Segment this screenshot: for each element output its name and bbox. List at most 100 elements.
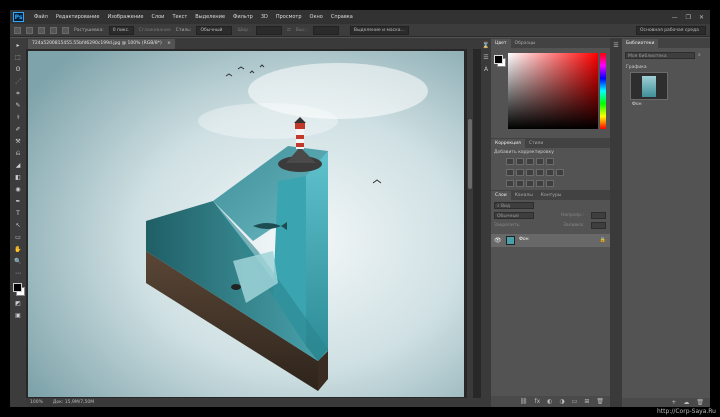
hue-sat-icon[interactable] [506, 169, 514, 176]
library-item-thumbnail[interactable] [630, 72, 668, 100]
hand-tool-icon[interactable]: ✋ [13, 246, 23, 254]
exposure-icon[interactable] [536, 158, 544, 165]
link-layers-icon[interactable]: ⛓ [520, 398, 528, 405]
blend-mode-select[interactable]: Обычные [494, 212, 534, 219]
more-tools-icon[interactable]: ⋯ [13, 270, 23, 278]
type-tool-icon[interactable]: T [13, 210, 23, 218]
crop-tool-icon[interactable]: ⌗ [13, 90, 23, 98]
layer-name[interactable]: Фон [519, 237, 529, 242]
minimize-button[interactable]: — [672, 14, 678, 21]
fx-icon[interactable]: fx [535, 398, 541, 405]
gradient-map-icon[interactable] [536, 180, 544, 187]
antialias-checkbox[interactable]: Сглаживание [139, 28, 171, 33]
gradient-tool-icon[interactable]: ◧ [13, 174, 23, 182]
brush-tool-icon[interactable]: ✐ [13, 126, 23, 134]
shape-tool-icon[interactable]: ▭ [13, 234, 23, 242]
vibrance-icon[interactable] [546, 158, 554, 165]
menu-window[interactable]: Окно [306, 14, 327, 20]
tab-swatches[interactable]: Образцы [511, 39, 540, 48]
libraries-dock-icon[interactable]: ☰ [612, 42, 620, 50]
quick-select-tool-icon[interactable]: ⋰ [13, 78, 23, 86]
channel-mixer-icon[interactable] [546, 169, 554, 176]
menu-view[interactable]: Просмотр [272, 14, 306, 20]
healing-tool-icon[interactable]: ⚕ [13, 114, 23, 122]
add-content-icon[interactable]: + [671, 399, 676, 406]
add-selection-icon[interactable] [38, 26, 45, 34]
color-field[interactable] [508, 53, 598, 129]
library-trash-icon[interactable]: 🗑 [696, 399, 704, 406]
tab-layers[interactable]: Слои [491, 191, 511, 200]
marquee-preset-icon[interactable] [14, 26, 21, 34]
color-balance-icon[interactable] [516, 169, 524, 176]
menu-image[interactable]: Изображение [103, 14, 147, 20]
properties-panel-icon[interactable]: ☰ [482, 54, 490, 62]
intersect-selection-icon[interactable] [62, 26, 69, 34]
layer-filter-input[interactable]: ⌕ Вид [494, 202, 534, 209]
scrollbar-thumb[interactable] [468, 119, 472, 189]
foreground-color-swatch[interactable] [13, 283, 22, 292]
history-panel-icon[interactable]: ⌛ [482, 42, 490, 50]
curves-icon[interactable] [526, 158, 534, 165]
layer-row[interactable]: 👁 Фон 🔒 [491, 234, 610, 247]
photo-filter-icon[interactable] [536, 169, 544, 176]
brightness-icon[interactable] [506, 158, 514, 165]
feather-input[interactable]: 0 пикс. [108, 25, 134, 35]
fill-input[interactable] [591, 222, 606, 229]
height-input[interactable] [312, 25, 339, 35]
tab-channels[interactable]: Каналы [511, 191, 537, 200]
character-panel-icon[interactable]: A [482, 66, 490, 74]
zoom-tool-icon[interactable]: 🔍 [13, 258, 23, 266]
document-tab[interactable]: 724a5200815455.55bfd6290c199d.jpg @ 100%… [28, 39, 175, 49]
menu-help[interactable]: Справка [327, 14, 357, 20]
maximize-button[interactable]: ❐ [686, 14, 691, 21]
canvas-area[interactable] [26, 49, 481, 398]
library-search-icon[interactable]: ⌕ [698, 52, 701, 58]
history-brush-tool-icon[interactable]: ⎌ [13, 150, 23, 158]
tab-color[interactable]: Цвет [491, 39, 511, 48]
invert-icon[interactable] [506, 180, 514, 187]
lasso-tool-icon[interactable]: ʘ [13, 66, 23, 74]
eye-icon[interactable]: 👁 [494, 237, 502, 244]
menu-type[interactable]: Текст [168, 14, 191, 20]
blur-tool-icon[interactable]: ◉ [13, 186, 23, 194]
style-select[interactable]: Обычный [196, 25, 233, 35]
posterize-icon[interactable] [516, 180, 524, 187]
select-and-mask-button[interactable]: Выделение и маска... [349, 25, 409, 35]
cloud-icon[interactable]: ☁ [683, 399, 689, 406]
color-lookup-icon[interactable] [556, 169, 564, 176]
new-group-icon[interactable]: ▭ [572, 398, 578, 405]
fg-swatch[interactable] [494, 55, 503, 64]
document-artwork[interactable] [28, 51, 464, 397]
selective-color-icon[interactable] [546, 180, 554, 187]
new-selection-icon[interactable] [26, 26, 33, 34]
bw-icon[interactable] [526, 169, 534, 176]
hue-slider[interactable] [600, 53, 606, 129]
pen-tool-icon[interactable]: ✒ [13, 198, 23, 206]
levels-icon[interactable] [516, 158, 524, 165]
menu-filter[interactable]: Фильтр [229, 14, 257, 20]
screen-mode-icon[interactable]: ▣ [13, 312, 23, 320]
path-select-tool-icon[interactable]: ↖ [13, 222, 23, 230]
menu-3d[interactable]: 3D [257, 14, 272, 20]
swap-icon[interactable]: ⇄ [287, 28, 291, 33]
tab-styles[interactable]: Стили [525, 139, 548, 148]
move-tool-icon[interactable]: ▸ [13, 42, 23, 50]
new-layer-icon[interactable]: ⊞ [584, 398, 589, 405]
menu-select[interactable]: Выделение [191, 14, 229, 20]
eyedropper-tool-icon[interactable]: ✎ [13, 102, 23, 110]
menu-file[interactable]: Файл [30, 14, 52, 20]
quick-mask-icon[interactable]: ◩ [13, 300, 23, 308]
workspace-select[interactable]: Основная рабочая среда [636, 25, 706, 35]
adjustment-layer-icon[interactable]: ◑ [559, 398, 564, 405]
layer-thumbnail[interactable] [506, 236, 515, 245]
menu-edit[interactable]: Редактирование [52, 14, 104, 20]
library-select[interactable]: Моя библиотека [625, 52, 695, 59]
add-mask-icon[interactable]: ◐ [547, 398, 552, 405]
opacity-input[interactable] [591, 212, 606, 219]
canvas-vertical-scrollbar[interactable] [467, 49, 473, 398]
eraser-tool-icon[interactable]: ◢ [13, 162, 23, 170]
tab-libraries[interactable]: Библиотеки [622, 39, 659, 48]
stamp-tool-icon[interactable]: ⚒ [13, 138, 23, 146]
tab-adjustments[interactable]: Коррекция [491, 139, 525, 148]
close-button[interactable]: ✕ [699, 14, 704, 21]
